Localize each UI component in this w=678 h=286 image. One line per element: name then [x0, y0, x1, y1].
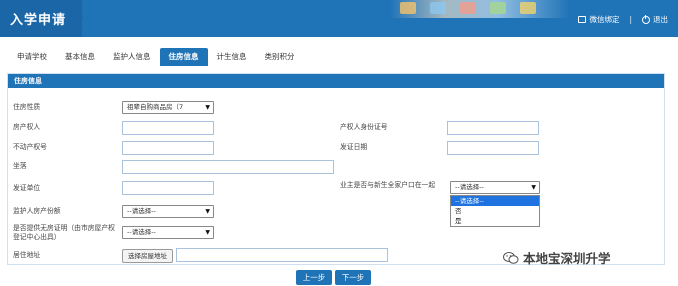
dropdown-option[interactable]: 否: [451, 206, 539, 216]
issue-date-label: 发证日期: [340, 143, 368, 151]
wechat-bind-link[interactable]: 微信绑定: [578, 14, 619, 25]
decor-book: [490, 2, 506, 14]
dropdown-option[interactable]: --请选择--: [451, 196, 539, 206]
tab-family-planning[interactable]: 计生信息: [208, 48, 256, 66]
decor-book: [430, 2, 446, 14]
power-icon: [642, 14, 650, 24]
watermark-text: 本地宝深圳升学: [523, 251, 611, 266]
same-hukou-label: 业主是否与新生全家户口在一起: [340, 181, 436, 189]
issue-date-input[interactable]: [447, 141, 539, 155]
next-step-button[interactable]: 下一步: [335, 270, 371, 285]
housing-type-label: 住房性质: [13, 103, 41, 111]
issuer-input[interactable]: [122, 181, 214, 195]
decor-book: [520, 2, 536, 14]
property-no-label: 不动产权号: [13, 143, 47, 151]
no-house-cert-label: 是否提供无房证明（由市房屋产权登记中心出具）: [13, 224, 115, 241]
logout-link[interactable]: 退出: [642, 14, 668, 25]
tab-apply-school[interactable]: 申请学校: [8, 48, 56, 66]
tab-basic-info[interactable]: 基本信息: [56, 48, 104, 66]
housing-type-value: 祖辈自购商品房（7: [127, 103, 184, 111]
seat-label: 坐落: [13, 162, 27, 170]
guardian-share-value: --请选择--: [127, 207, 156, 215]
wechat-icon: [578, 16, 587, 23]
same-hukou-select[interactable]: --请选择-- ▼: [450, 181, 540, 194]
page-title: 入学申请: [10, 13, 67, 28]
panel-title: 住房信息: [8, 74, 664, 88]
no-house-cert-select[interactable]: --请选择-- ▼: [122, 226, 214, 239]
guardian-share-label: 监护人房产份额: [13, 207, 61, 215]
decor-book: [460, 2, 476, 14]
seat-input[interactable]: [122, 160, 334, 174]
same-hukou-dropdown: --请选择-- 否 是: [450, 195, 540, 227]
address-input[interactable]: [176, 248, 388, 262]
select-address-button[interactable]: 选择房屋地址: [122, 249, 173, 263]
logout-label: 退出: [653, 15, 668, 24]
tab-category-points[interactable]: 类别积分: [256, 48, 304, 66]
owner-label: 房产权人: [13, 123, 41, 131]
guardian-share-select[interactable]: --请选择-- ▼: [122, 205, 214, 218]
chevron-down-icon: ▼: [205, 229, 210, 236]
address-label: 居住地址: [13, 251, 41, 259]
same-hukou-value: --请选择--: [455, 183, 484, 191]
owner-id-label: 产权人身份证号: [340, 123, 388, 131]
tab-bar: 申请学校 基本信息 监护人信息 住房信息 计生信息 类别积分: [8, 48, 304, 66]
owner-input[interactable]: [122, 121, 214, 135]
no-house-cert-value: --请选择--: [127, 228, 156, 236]
tab-guardian-info[interactable]: 监护人信息: [104, 48, 160, 66]
header-decoration: [390, 0, 570, 18]
header-separator: |: [629, 15, 632, 24]
title-arrow: [74, 0, 83, 36]
chevron-down-icon: ▼: [205, 104, 210, 111]
issuer-label: 发证单位: [13, 184, 41, 192]
housing-type-select[interactable]: 祖辈自购商品房（7 ▼: [122, 101, 214, 114]
owner-id-input[interactable]: [447, 121, 539, 135]
chevron-down-icon: ▼: [205, 208, 210, 215]
chevron-down-icon: ▼: [531, 184, 536, 191]
header-actions: 微信绑定 | 退出: [578, 14, 668, 25]
tab-housing-info[interactable]: 住房信息: [159, 48, 208, 66]
watermark: 本地宝深圳升学: [503, 248, 611, 267]
wechat-logo-icon: [503, 251, 519, 264]
dropdown-option[interactable]: 是: [451, 216, 539, 226]
decor-book: [400, 2, 416, 14]
prev-step-button[interactable]: 上一步: [296, 270, 332, 285]
property-no-input[interactable]: [122, 141, 214, 155]
wechat-bind-label: 微信绑定: [589, 15, 620, 24]
app-header: 入学申请 微信绑定 | 退出: [0, 0, 678, 37]
